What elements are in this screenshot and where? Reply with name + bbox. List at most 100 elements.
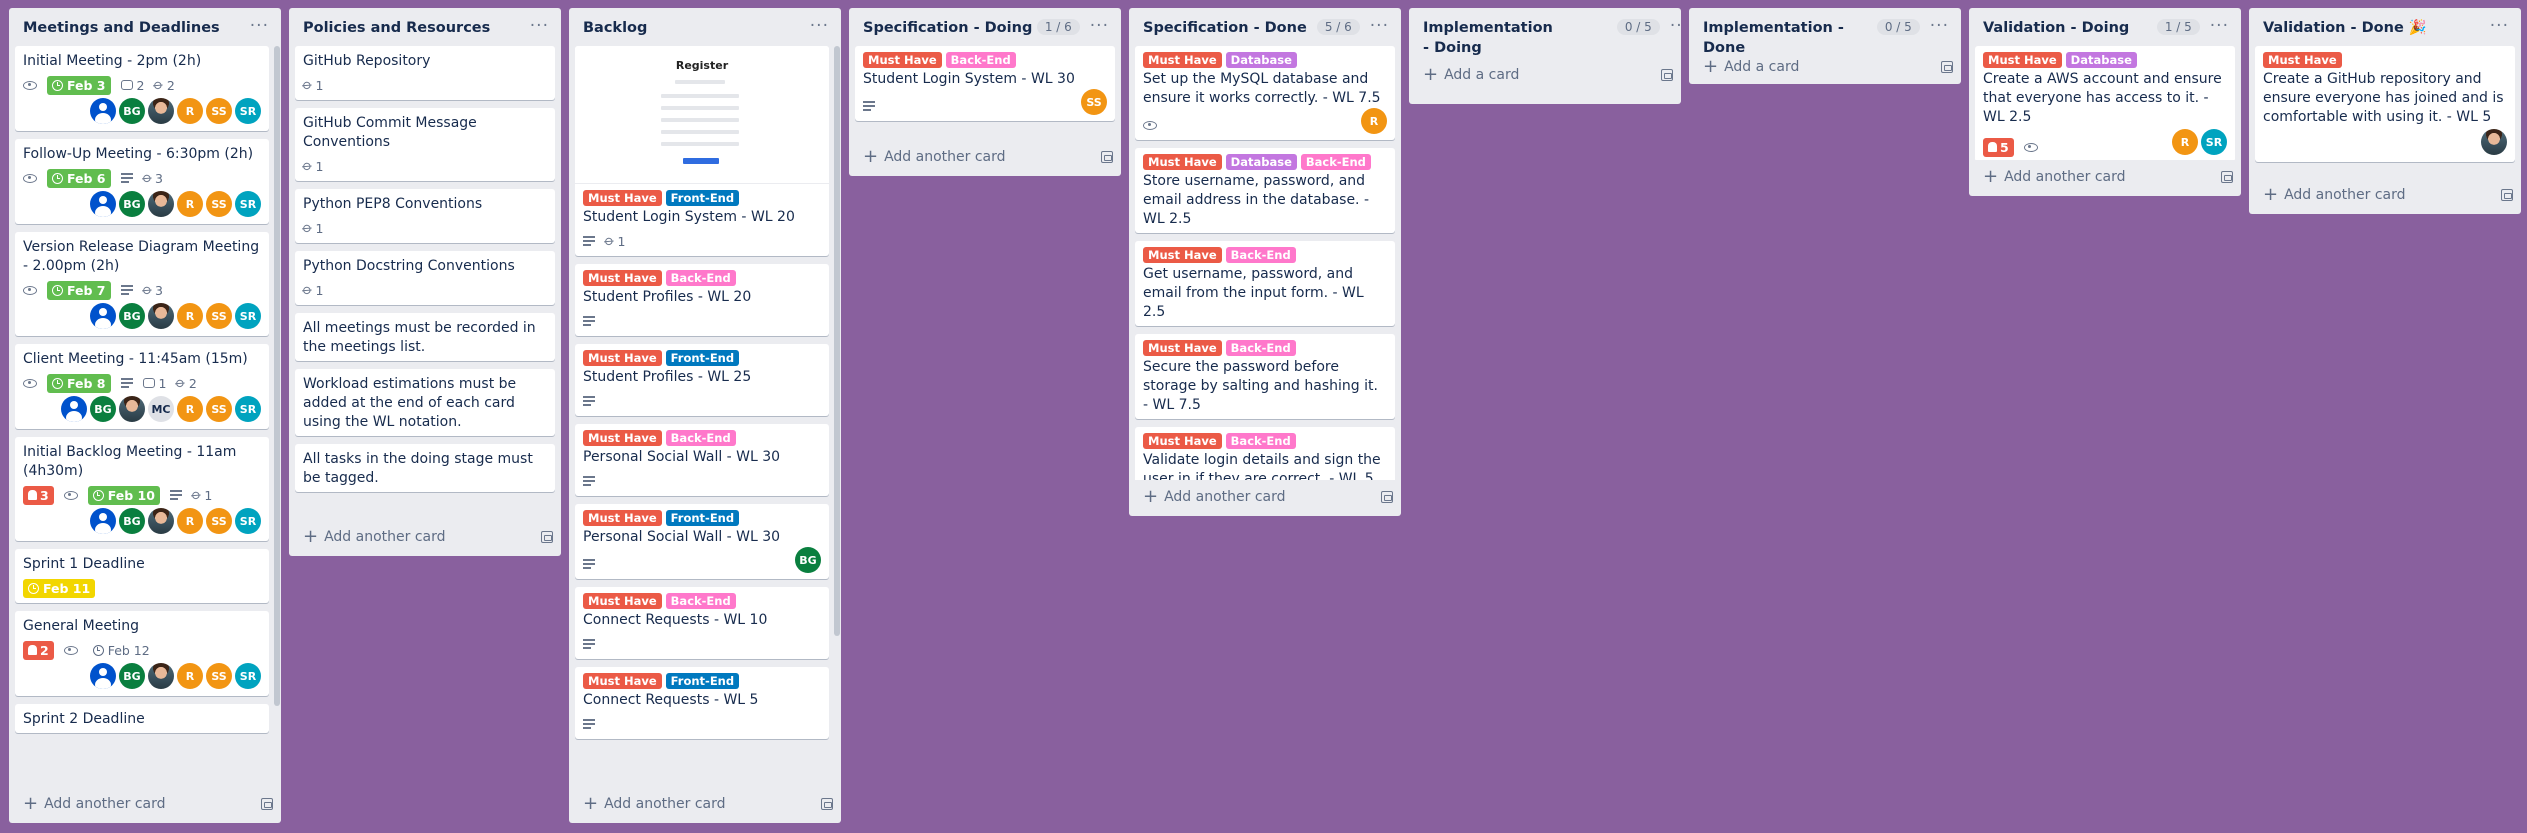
card[interactable]: Must Have Database Set up the MySQL datab… bbox=[1135, 46, 1395, 140]
card[interactable]: Must Have Back-End Personal Social Wall -… bbox=[575, 424, 829, 496]
label[interactable]: Must Have bbox=[583, 593, 662, 609]
list-title[interactable]: Meetings and Deadlines bbox=[23, 18, 246, 38]
card[interactable]: Must Have Back-End Secure the password be… bbox=[1135, 334, 1395, 419]
member-avatar[interactable] bbox=[90, 191, 116, 217]
label[interactable]: Must Have bbox=[1143, 433, 1222, 449]
member-avatar[interactable]: R bbox=[1361, 108, 1387, 134]
member-avatar[interactable] bbox=[119, 396, 145, 422]
label[interactable]: Must Have bbox=[1143, 154, 1222, 170]
card-template-icon[interactable] bbox=[1941, 60, 1953, 73]
member-avatar[interactable]: R bbox=[2172, 129, 2198, 155]
card[interactable]: Must Have Back-End Student Profiles - WL … bbox=[575, 264, 829, 336]
add-card-button[interactable]: + Add a card bbox=[1409, 58, 1681, 94]
label[interactable]: Front-End bbox=[665, 190, 740, 206]
label[interactable]: Must Have bbox=[2263, 52, 2342, 68]
member-avatar[interactable]: R bbox=[177, 396, 203, 422]
member-avatar[interactable]: BG bbox=[795, 547, 821, 573]
label[interactable]: Database bbox=[2065, 52, 2137, 68]
label[interactable]: Back-End bbox=[1225, 247, 1296, 263]
member-avatar[interactable] bbox=[90, 508, 116, 534]
card[interactable]: Python Docstring Conventions ⌀ 1 bbox=[295, 251, 555, 305]
list-title[interactable]: Specification - Done bbox=[1143, 18, 1313, 38]
card[interactable]: Must Have Back-End Validate login details… bbox=[1135, 427, 1395, 480]
member-avatar[interactable]: SS bbox=[206, 508, 232, 534]
card[interactable]: Version Release Diagram Meeting - 2.00pm… bbox=[15, 232, 269, 336]
member-avatar[interactable]: SR bbox=[235, 508, 261, 534]
card[interactable]: GitHub Commit Message Conventions ⌀ 1 bbox=[295, 108, 555, 181]
add-card-button[interactable]: + Add another card bbox=[289, 520, 561, 556]
member-avatar[interactable]: BG bbox=[90, 396, 116, 422]
member-avatar[interactable] bbox=[148, 98, 174, 124]
add-card-button[interactable]: + Add another card bbox=[9, 787, 281, 823]
list-scrollbar[interactable] bbox=[834, 46, 840, 636]
member-avatar[interactable]: SR bbox=[235, 303, 261, 329]
add-card-button[interactable]: + Add another card bbox=[2249, 178, 2521, 214]
label[interactable]: Back-End bbox=[665, 593, 736, 609]
member-avatar[interactable]: R bbox=[177, 508, 203, 534]
member-avatar[interactable] bbox=[61, 396, 87, 422]
member-avatar[interactable] bbox=[90, 663, 116, 689]
card[interactable]: Sprint 2 Deadline bbox=[15, 704, 269, 733]
card[interactable]: Must Have Create a GitHub repository and… bbox=[2255, 46, 2515, 162]
due-date-badge[interactable]: Feb 12 bbox=[88, 641, 155, 660]
list-title[interactable]: Validation - Doing bbox=[1983, 18, 2153, 38]
label[interactable]: Must Have bbox=[583, 673, 662, 689]
list-menu-icon[interactable]: ··· bbox=[1926, 18, 1953, 35]
card[interactable]: Initial Backlog Meeting - 11am (4h30m) 3… bbox=[15, 437, 269, 541]
label[interactable]: Front-End bbox=[665, 673, 740, 689]
list-menu-icon[interactable]: ··· bbox=[2206, 18, 2233, 35]
member-avatar[interactable]: SR bbox=[235, 191, 261, 217]
list-menu-icon[interactable]: ··· bbox=[1666, 18, 1681, 35]
list-title[interactable]: Validation - Done 🎉 bbox=[2263, 18, 2486, 38]
card[interactable]: Must Have Back-End Student Login System -… bbox=[855, 46, 1115, 121]
due-date-badge[interactable]: Feb 3 bbox=[47, 75, 111, 95]
list-title[interactable]: Policies and Resources bbox=[303, 18, 526, 38]
member-avatar[interactable]: BG bbox=[119, 191, 145, 217]
add-card-button[interactable]: + Add another card bbox=[1129, 480, 1401, 516]
label[interactable]: Must Have bbox=[1143, 247, 1222, 263]
list-header[interactable]: Specification - Done 5 / 6 ··· bbox=[1129, 8, 1401, 46]
list-menu-icon[interactable]: ··· bbox=[246, 18, 273, 35]
list-menu-icon[interactable]: ··· bbox=[1086, 18, 1113, 35]
member-avatar[interactable] bbox=[148, 191, 174, 217]
label[interactable]: Back-End bbox=[665, 270, 736, 286]
due-date-badge[interactable]: Feb 6 bbox=[47, 168, 111, 188]
member-avatar[interactable]: MC bbox=[148, 396, 174, 422]
label[interactable]: Database bbox=[1225, 52, 1297, 68]
member-avatar[interactable]: SS bbox=[206, 663, 232, 689]
member-avatar[interactable]: R bbox=[177, 303, 203, 329]
card[interactable]: Sprint 1 Deadline Feb 11 bbox=[15, 549, 269, 603]
card-template-icon[interactable] bbox=[2221, 171, 2233, 183]
member-avatar[interactable]: BG bbox=[119, 663, 145, 689]
label[interactable]: Back-End bbox=[665, 430, 736, 446]
label[interactable]: Back-End bbox=[945, 52, 1016, 68]
card[interactable]: Workload estimations must be added at th… bbox=[295, 369, 555, 436]
card[interactable]: All meetings must be recorded in the mee… bbox=[295, 313, 555, 361]
list-menu-icon[interactable]: ··· bbox=[526, 18, 553, 35]
due-date-badge[interactable]: Feb 8 bbox=[47, 373, 111, 393]
card-template-icon[interactable] bbox=[1661, 69, 1673, 81]
member-avatar[interactable] bbox=[148, 663, 174, 689]
add-card-button[interactable]: + Add another card bbox=[1969, 160, 2241, 196]
card-template-icon[interactable] bbox=[261, 798, 273, 810]
list-menu-icon[interactable]: ··· bbox=[806, 18, 833, 35]
member-avatar[interactable] bbox=[148, 508, 174, 534]
member-avatar[interactable]: R bbox=[177, 98, 203, 124]
card[interactable]: Python PEP8 Conventions ⌀ 1 bbox=[295, 189, 555, 243]
label[interactable]: Must Have bbox=[583, 270, 662, 286]
card[interactable]: GitHub Repository ⌀ 1 bbox=[295, 46, 555, 100]
label[interactable]: Must Have bbox=[583, 190, 662, 206]
label[interactable]: Must Have bbox=[583, 510, 662, 526]
list-menu-icon[interactable]: ··· bbox=[1366, 18, 1393, 35]
list-title[interactable]: Backlog bbox=[583, 18, 806, 38]
label[interactable]: Back-End bbox=[1225, 340, 1296, 356]
list-header[interactable]: Policies and Resources ··· bbox=[289, 8, 561, 46]
member-avatar[interactable]: SR bbox=[235, 663, 261, 689]
add-card-button[interactable]: + Add a card bbox=[1689, 52, 1961, 84]
label[interactable]: Must Have bbox=[863, 52, 942, 68]
list-header[interactable]: Implementation - Doing 0 / 5 ··· bbox=[1409, 8, 1681, 58]
card[interactable]: Client Meeting - 11:45am (15m) Feb 8 1 ⌀… bbox=[15, 344, 269, 429]
card[interactable]: Register Must Have Front-End Student Logi… bbox=[575, 46, 829, 256]
card[interactable]: General Meeting 2 Feb 12 BG R SS SR bbox=[15, 611, 269, 696]
card[interactable]: Must Have Front-End Student Profiles - WL… bbox=[575, 344, 829, 416]
